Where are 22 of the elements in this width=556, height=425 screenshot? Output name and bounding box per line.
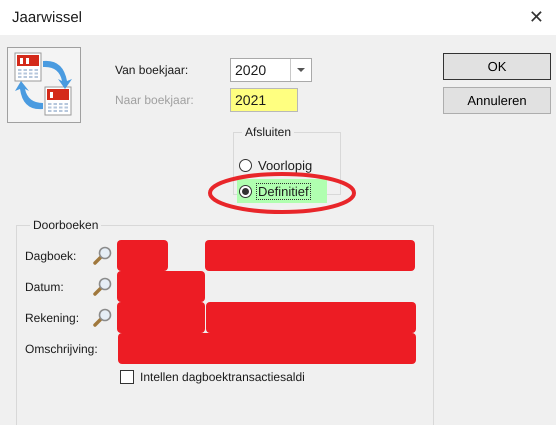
field-label: Datum:	[25, 280, 65, 294]
group-title: Afsluiten	[244, 125, 292, 139]
magnifier-icon	[93, 277, 112, 296]
magnifier-icon	[93, 246, 112, 265]
group-title: Doorboeken	[32, 218, 100, 232]
field-label: Naar boekjaar:	[115, 93, 195, 107]
field-label: Van boekjaar:	[115, 63, 190, 77]
window-title: Jaarwissel	[12, 9, 82, 26]
ok-button[interactable]: OK	[443, 53, 551, 80]
checkbox-option[interactable]: Intellen dagboektransactiesaldi	[120, 370, 433, 384]
close-button[interactable]: ✕	[528, 7, 544, 28]
radio-option[interactable]: Definitief	[237, 179, 327, 203]
caret-icon	[297, 68, 305, 72]
checkbox[interactable]	[120, 370, 134, 384]
year-dropdown[interactable]: 2020	[230, 58, 312, 82]
field-label: Rekening:	[25, 310, 80, 324]
checkbox-label: Intellen dagboektransactiesaldi	[140, 370, 305, 384]
radio-option[interactable]: Voorlopig	[237, 153, 327, 177]
field-label: Omschrijving:	[25, 342, 99, 356]
field-label: Dagboek:	[25, 248, 78, 262]
magnifier-icon	[93, 308, 112, 327]
cancel-button[interactable]: Annuleren	[443, 87, 551, 114]
